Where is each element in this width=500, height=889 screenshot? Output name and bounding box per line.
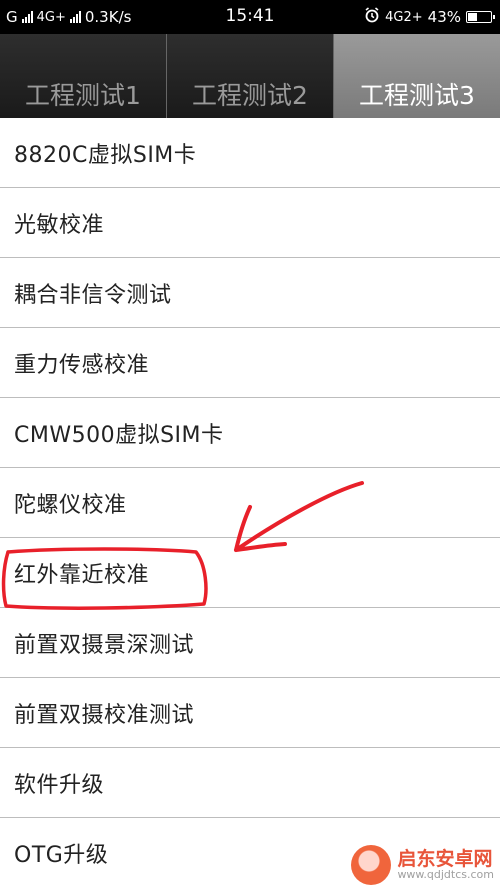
status-bar: G 4G+ 0.3K/s 15:41 4G2+ 43% <box>0 0 500 34</box>
network-type-2: 4G2+ <box>385 9 423 25</box>
watermark-url: www.qdjdtcs.com <box>397 868 494 882</box>
list-item-cmw500-virtual-sim[interactable]: CMW500虚拟SIM卡 <box>0 398 500 468</box>
tab-bar: 工程测试1 工程测试2 工程测试3 <box>0 34 500 118</box>
list-item-front-dual-camera-calibration-test[interactable]: 前置双摄校准测试 <box>0 678 500 748</box>
watermark: 启东安卓网 www.qdjdtcs.com <box>351 845 494 885</box>
tab-engineering-test-1[interactable]: 工程测试1 <box>0 34 167 118</box>
tab-engineering-test-2[interactable]: 工程测试2 <box>167 34 334 118</box>
test-item-list: 8820C虚拟SIM卡 光敏校准 耦合非信令测试 重力传感校准 CMW500虚拟… <box>0 118 500 888</box>
list-item-light-sensor-calibration[interactable]: 光敏校准 <box>0 188 500 258</box>
tab-engineering-test-3[interactable]: 工程测试3 <box>334 34 500 118</box>
battery-percent: 43% <box>427 8 461 26</box>
list-item-front-dual-camera-depth-test[interactable]: 前置双摄景深测试 <box>0 608 500 678</box>
watermark-name: 启东安卓网 <box>397 847 493 870</box>
list-item-infrared-proximity-calibration[interactable]: 红外靠近校准 <box>0 538 500 608</box>
list-item-8820c-virtual-sim[interactable]: 8820C虚拟SIM卡 <box>0 118 500 188</box>
alarm-icon <box>364 7 380 27</box>
list-item-coupled-nonsignaling-test[interactable]: 耦合非信令测试 <box>0 258 500 328</box>
list-item-gravity-sensor-calibration[interactable]: 重力传感校准 <box>0 328 500 398</box>
list-item-gyroscope-calibration[interactable]: 陀螺仪校准 <box>0 468 500 538</box>
battery-icon <box>466 11 495 23</box>
list-item-software-upgrade[interactable]: 软件升级 <box>0 748 500 818</box>
watermark-logo-icon <box>351 845 392 885</box>
